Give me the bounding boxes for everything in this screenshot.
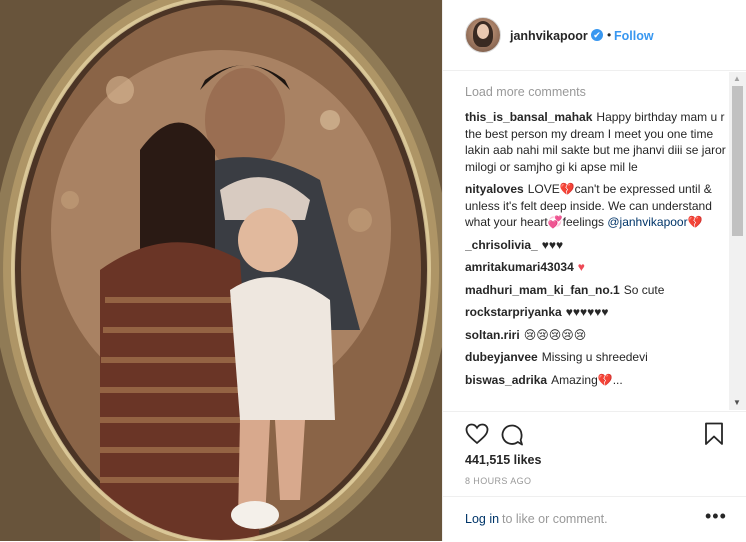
comment-item: this_is_bansal_mahak Happy birthday mam u… (465, 109, 733, 175)
heart-icon[interactable] (465, 423, 489, 448)
scroll-up-arrow-icon[interactable]: ▲ (733, 74, 741, 83)
username-link[interactable]: janhvikapoor (510, 29, 588, 43)
comment-username[interactable]: rockstarpriyanka (465, 305, 562, 319)
comment-emoji: 💔 (687, 215, 703, 229)
avatar[interactable] (465, 17, 501, 53)
comment-text: Amazing💔... (551, 372, 623, 387)
comment-text: ♥♥♥♥♥♥ (565, 305, 609, 319)
comment-username[interactable]: dubeyjanvee (465, 350, 538, 364)
likes-count[interactable]: 441,515 likes (465, 453, 541, 467)
bookmark-icon[interactable] (704, 422, 724, 449)
load-more-comments-button[interactable]: Load more comments (465, 85, 733, 99)
login-prompt: Log in to like or comment. ••• (443, 496, 746, 542)
post-photo-illustration (0, 0, 442, 541)
comments-scrollbar[interactable]: ▲ ▼ (729, 72, 746, 410)
comment-text: 😢😢😢😢😢 (523, 327, 587, 342)
comment-item: biswas_adrika Amazing💔... (465, 372, 733, 389)
comment-username[interactable]: biswas_adrika (465, 373, 547, 387)
avatar-face (477, 24, 489, 39)
post-header: janhvikapoor ✔ • Follow (443, 0, 746, 71)
comment-item: amritakumari43034 ♥ (465, 259, 733, 276)
comment-item: madhuri_mam_ki_fan_no.1 So cute (465, 282, 733, 299)
separator-dot: • (607, 28, 612, 42)
comment-username[interactable]: _chrisolivia_ (465, 238, 538, 252)
more-options-icon[interactable]: ••• (705, 506, 727, 527)
login-link[interactable]: Log in (465, 512, 499, 526)
comment-username[interactable]: amritakumari43034 (465, 260, 574, 274)
comment-item: rockstarpriyanka ♥♥♥♥♥♥ (465, 304, 733, 321)
scroll-down-arrow-icon[interactable]: ▼ (733, 398, 741, 407)
comment-text: ♥ (577, 260, 585, 274)
comment-item: dubeyjanvee Missing u shreedevi (465, 349, 733, 366)
comment-text: ♥♥♥ (541, 237, 564, 252)
comment-text: Missing u shreedevi (541, 350, 648, 364)
scroll-thumb[interactable] (732, 86, 743, 236)
post-photo (0, 0, 442, 541)
login-prompt-text: to like or comment. (502, 512, 608, 526)
comment-username[interactable]: soltan.riri (465, 328, 520, 342)
follow-button[interactable]: Follow (614, 29, 654, 43)
comment-username[interactable]: nityaloves (465, 182, 524, 196)
verified-badge-icon: ✔ (591, 29, 603, 41)
post-timestamp[interactable]: 8 HOURS AGO (465, 476, 531, 486)
comment-mention-link[interactable]: @janhvikapoor (607, 215, 687, 229)
comments-list[interactable]: Load more comments this_is_bansal_mahak H… (465, 80, 733, 410)
comment-text: So cute (623, 282, 665, 297)
comment-username[interactable]: this_is_bansal_mahak (465, 110, 592, 124)
comment-icon[interactable] (500, 423, 524, 450)
comment-item: soltan.riri 😢😢😢😢😢 (465, 327, 733, 344)
comment-item: nityaloves LOVE💔can't be expressed until … (465, 181, 733, 231)
comment-username[interactable]: madhuri_mam_ki_fan_no.1 (465, 283, 620, 297)
comment-item: _chrisolivia_ ♥♥♥ (465, 237, 733, 254)
